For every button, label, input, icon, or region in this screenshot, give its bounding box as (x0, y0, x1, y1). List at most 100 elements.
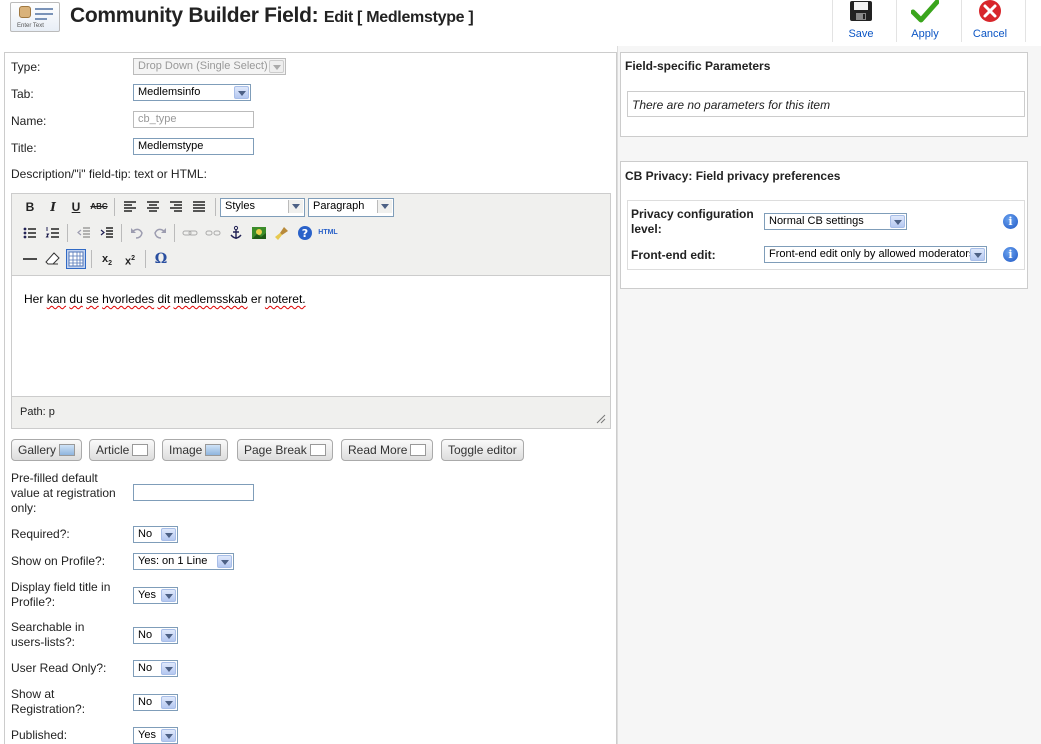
image-icon[interactable] (249, 223, 269, 243)
superscript-icon[interactable]: x2 (120, 249, 140, 269)
numbered-list-icon[interactable] (43, 223, 63, 243)
show-registration-select[interactable]: No (133, 694, 178, 711)
italic-icon[interactable]: I (43, 197, 63, 217)
underline-icon[interactable]: U (66, 197, 86, 217)
help-icon[interactable]: ? (295, 223, 315, 243)
redo-icon[interactable] (150, 223, 170, 243)
page-break-icon (309, 444, 326, 456)
editor-path: Path: p (20, 406, 55, 418)
published-value: Yes (138, 729, 156, 741)
field-params-box: Field-specific Parameters There are no p… (620, 52, 1028, 137)
published-select[interactable]: Yes (133, 727, 178, 744)
show-registration-label: Show at Registration?: (11, 687, 85, 717)
image-btn-icon (205, 444, 222, 456)
no-params-message: There are no parameters for this item (627, 91, 1025, 117)
rich-text-editor: B I U ABC Styles Paragraph ? HTML x2 x2 … (11, 193, 611, 429)
cancel-x-icon (979, 0, 1001, 22)
content-word: medlemsskab (173, 292, 248, 306)
searchable-label-line: users-lists?: (11, 635, 76, 649)
align-justify-icon[interactable] (189, 197, 209, 217)
frontend-edit-label: Front-end edit: (631, 248, 716, 262)
read-more-button[interactable]: Read More (341, 439, 434, 461)
apply-button[interactable]: Apply (897, 0, 953, 42)
resize-handle-icon[interactable] (596, 414, 606, 424)
content-word: Her (24, 292, 44, 306)
subscript-icon[interactable]: x2 (97, 249, 117, 269)
link-icon[interactable] (180, 223, 200, 243)
gallery-button[interactable]: Gallery (11, 439, 83, 461)
show-on-profile-select[interactable]: Yes: on 1 Line (133, 553, 234, 570)
anchor-icon[interactable] (226, 223, 246, 243)
prefilled-input[interactable] (133, 484, 254, 501)
align-right-icon[interactable] (166, 197, 186, 217)
save-button[interactable]: Save (833, 0, 889, 42)
show-on-profile-value: Yes: on 1 Line (138, 555, 208, 567)
editor-content[interactable]: Her kan du se hvorledes dit medlemsskab … (12, 276, 610, 396)
svg-text:?: ? (302, 227, 308, 240)
tab-value: Medlemsinfo (138, 86, 201, 98)
editor-toolbar: B I U ABC Styles Paragraph ? HTML x2 x2 … (12, 194, 610, 276)
show-registration-value: No (138, 696, 153, 708)
field-text-icon: Enter Text (10, 2, 60, 32)
bold-icon[interactable]: B (20, 197, 40, 217)
styles-select[interactable]: Styles (220, 198, 305, 217)
content-word: hvorledes (102, 292, 155, 306)
read-more-icon (410, 444, 427, 456)
gallery-label: Gallery (18, 443, 57, 457)
strikethrough-icon[interactable]: ABC (89, 197, 109, 217)
table-icon[interactable] (66, 249, 86, 269)
display-title-label: Display field title in Profile?: (11, 580, 110, 610)
required-select[interactable]: No (133, 526, 178, 543)
info-icon[interactable]: i (1003, 247, 1018, 262)
toggle-editor-button[interactable]: Toggle editor (441, 439, 524, 461)
floppy-icon (850, 1, 872, 21)
description-label: Description/"i" field-tip: text or HTML: (11, 167, 207, 181)
indent-icon[interactable] (97, 223, 117, 243)
title-input[interactable]: Medlemstype (133, 138, 254, 155)
eraser-icon[interactable] (43, 249, 63, 269)
searchable-label: Searchable in users-lists?: (11, 620, 84, 650)
frontend-edit-select[interactable]: Front-end edit only by allowed moderator… (764, 246, 987, 263)
undo-icon[interactable] (127, 223, 147, 243)
omega-icon[interactable]: Ω (151, 249, 171, 269)
cleanup-icon[interactable] (272, 223, 292, 243)
privacy-config-label-line: level: (631, 222, 662, 236)
outdent-icon[interactable] (74, 223, 94, 243)
article-icon (132, 444, 149, 456)
read-more-label: Read More (348, 443, 408, 457)
read-only-select[interactable]: No (133, 660, 178, 677)
privacy-config-select[interactable]: Normal CB settings (764, 213, 907, 230)
prefilled-label: Pre-filled default value at registration… (11, 471, 116, 516)
align-left-icon[interactable] (120, 197, 140, 217)
field-params-title: Field-specific Parameters (625, 59, 771, 73)
unlink-icon[interactable] (203, 223, 223, 243)
searchable-select[interactable]: No (133, 627, 178, 644)
bullet-list-icon[interactable] (20, 223, 40, 243)
image-button[interactable]: Image (162, 439, 229, 461)
info-icon[interactable]: i (1003, 214, 1018, 229)
article-label: Article (96, 443, 130, 457)
published-label: Published: (11, 728, 68, 742)
content-word: du (69, 292, 83, 306)
privacy-box: CB Privacy: Field privacy preferences Pr… (620, 161, 1028, 289)
required-value: No (138, 528, 153, 540)
checkmark-icon (911, 0, 939, 23)
display-title-label-line: Profile?: (11, 595, 56, 609)
field-edit-panel: Type: Drop Down (Single Select) Tab: Med… (4, 52, 617, 744)
tab-select[interactable]: Medlemsinfo (133, 84, 251, 101)
display-title-select[interactable]: Yes (133, 587, 178, 604)
align-center-icon[interactable] (143, 197, 163, 217)
editor-path-bar: Path: p (12, 396, 610, 428)
article-button[interactable]: Article (89, 439, 156, 461)
paragraph-select[interactable]: Paragraph (308, 198, 394, 217)
horizontal-rule-icon[interactable] (20, 249, 40, 269)
content-word: kan (46, 292, 67, 306)
image-label: Image (169, 443, 203, 457)
html-icon[interactable]: HTML (318, 223, 338, 243)
cancel-button[interactable]: Cancel (962, 0, 1018, 42)
content-word: noteret. (264, 292, 306, 306)
page-break-button[interactable]: Page Break (237, 439, 333, 461)
prefilled-label-line: only: (11, 501, 37, 515)
styles-value: Styles (225, 200, 255, 212)
title-label: Title: (11, 141, 37, 155)
